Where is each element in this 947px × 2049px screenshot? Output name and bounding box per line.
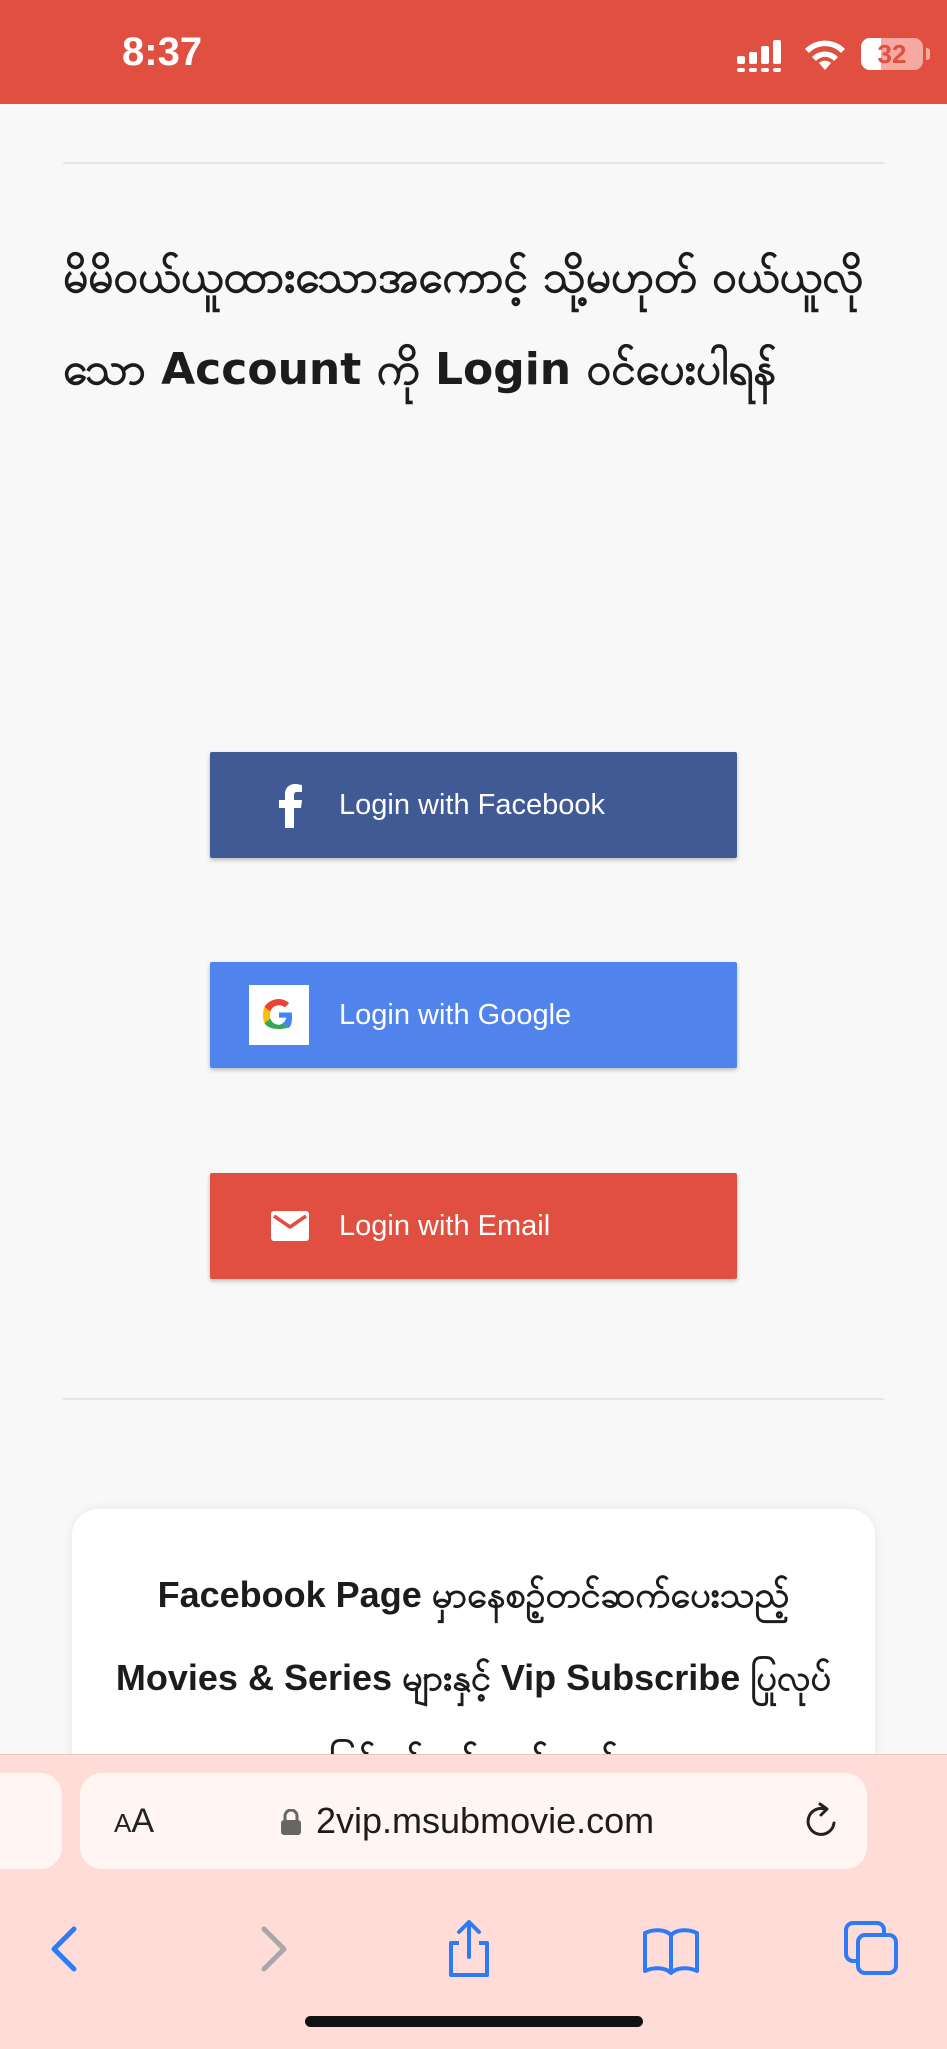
mail-icon bbox=[271, 1211, 309, 1241]
text-size-button[interactable]: AA bbox=[114, 1773, 154, 1876]
login-email-label: Login with Email bbox=[339, 1210, 551, 1242]
battery-icon: 32 bbox=[861, 38, 930, 70]
lock-icon bbox=[281, 1809, 301, 1835]
status-time: 8:37 bbox=[122, 30, 203, 74]
login-email-button[interactable]: Login with Email bbox=[210, 1173, 737, 1279]
wifi-icon bbox=[805, 40, 845, 70]
google-icon bbox=[249, 985, 309, 1045]
reload-icon[interactable] bbox=[801, 1801, 841, 1841]
login-facebook-label: Login with Facebook bbox=[339, 789, 605, 821]
battery-cap bbox=[926, 48, 930, 60]
facebook-icon bbox=[279, 784, 302, 828]
browser-toolbar: AA 2vip.msubmovie.com bbox=[0, 1754, 947, 2049]
aa-small-label: A bbox=[114, 1808, 132, 1838]
aa-big-label: A bbox=[131, 1802, 155, 1840]
signal-icon bbox=[737, 40, 781, 72]
top-divider bbox=[63, 162, 884, 164]
address-bar[interactable]: AA 2vip.msubmovie.com bbox=[80, 1773, 867, 1869]
home-indicator bbox=[305, 2016, 643, 2027]
login-google-label: Login with Google bbox=[339, 999, 572, 1031]
tabs-icon[interactable] bbox=[842, 1919, 902, 1979]
url-text: 2vip.msubmovie.com bbox=[316, 1800, 655, 1841]
page-heading: မိမိဝယ်ယူထားသောအကောင့် သို့မဟုတ် ဝယ်ယူလိ… bbox=[63, 252, 864, 395]
back-icon[interactable] bbox=[36, 1919, 96, 1979]
login-facebook-button[interactable]: Login with Facebook bbox=[210, 752, 737, 858]
share-icon[interactable] bbox=[439, 1919, 499, 1979]
forward-icon[interactable] bbox=[242, 1919, 302, 1979]
battery-percentage: 32 bbox=[877, 39, 907, 69]
bookmarks-icon[interactable] bbox=[641, 1919, 701, 1979]
status-bar: 8:37 32 bbox=[0, 0, 947, 104]
login-google-button[interactable]: Login with Google bbox=[210, 962, 737, 1068]
previous-tab-preview[interactable] bbox=[0, 1773, 62, 1869]
bottom-divider bbox=[63, 1398, 884, 1400]
